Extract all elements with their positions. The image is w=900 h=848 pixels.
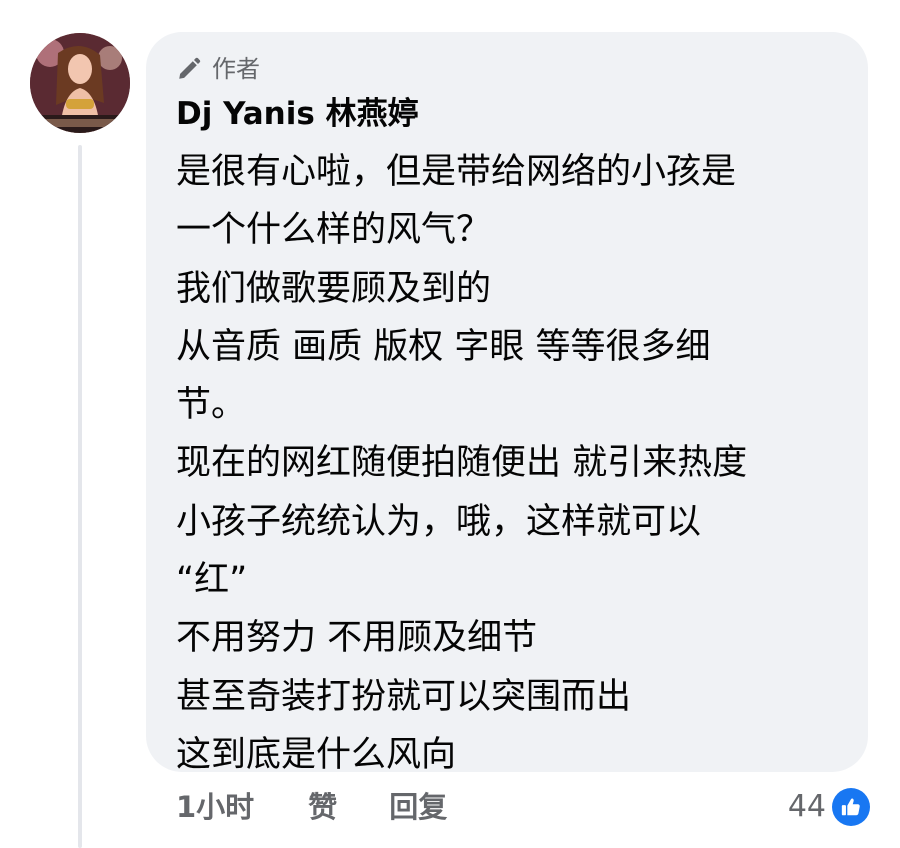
comment-line: 节。 (176, 385, 247, 426)
comment-line: 甚至奇装打扮就可以突围而出 (176, 676, 632, 717)
author-badge: 作者 (176, 54, 260, 84)
comment-line: 小孩子统统认为，哦，这样就可以 (176, 501, 702, 542)
author-badge-label: 作者 (212, 55, 260, 83)
comment-text: 是很有心啦，但是带给网络的小孩是 一个什么样的风气？ 我们做歌要顾及到的 从音质… (176, 143, 836, 784)
reply-button[interactable]: 回复 (389, 785, 447, 829)
comment-line: 这到底是什么风向 (176, 734, 457, 775)
reaction-summary[interactable]: 44 (788, 785, 870, 829)
comment-line: 我们做歌要顾及到的 (176, 268, 492, 309)
reply-thread-line (78, 145, 82, 848)
thumbs-up-icon (832, 788, 870, 826)
comment-line: 不用努力 不用顾及细节 (176, 618, 538, 659)
comment-line: 是很有心啦，但是带给网络的小孩是 (176, 152, 737, 192)
commenter-avatar[interactable] (30, 33, 130, 133)
comment-line: 从音质 画质 版权 字眼 等等很多细 (176, 326, 711, 367)
comment-actions: 1小时 赞 回复 (176, 785, 447, 829)
comment-line: “红” (176, 560, 248, 601)
reaction-count: 44 (787, 789, 826, 824)
pencil-icon (176, 56, 202, 82)
comment-timestamp[interactable]: 1小时 (176, 785, 254, 829)
comment-line: 一个什么样的风气？ (176, 210, 492, 251)
like-button[interactable]: 赞 (308, 785, 337, 829)
comment-line: 现在的网红随便拍随便出 就引来热度 (176, 443, 748, 484)
commenter-name[interactable]: Dj Yanis 林燕婷 (176, 92, 419, 136)
